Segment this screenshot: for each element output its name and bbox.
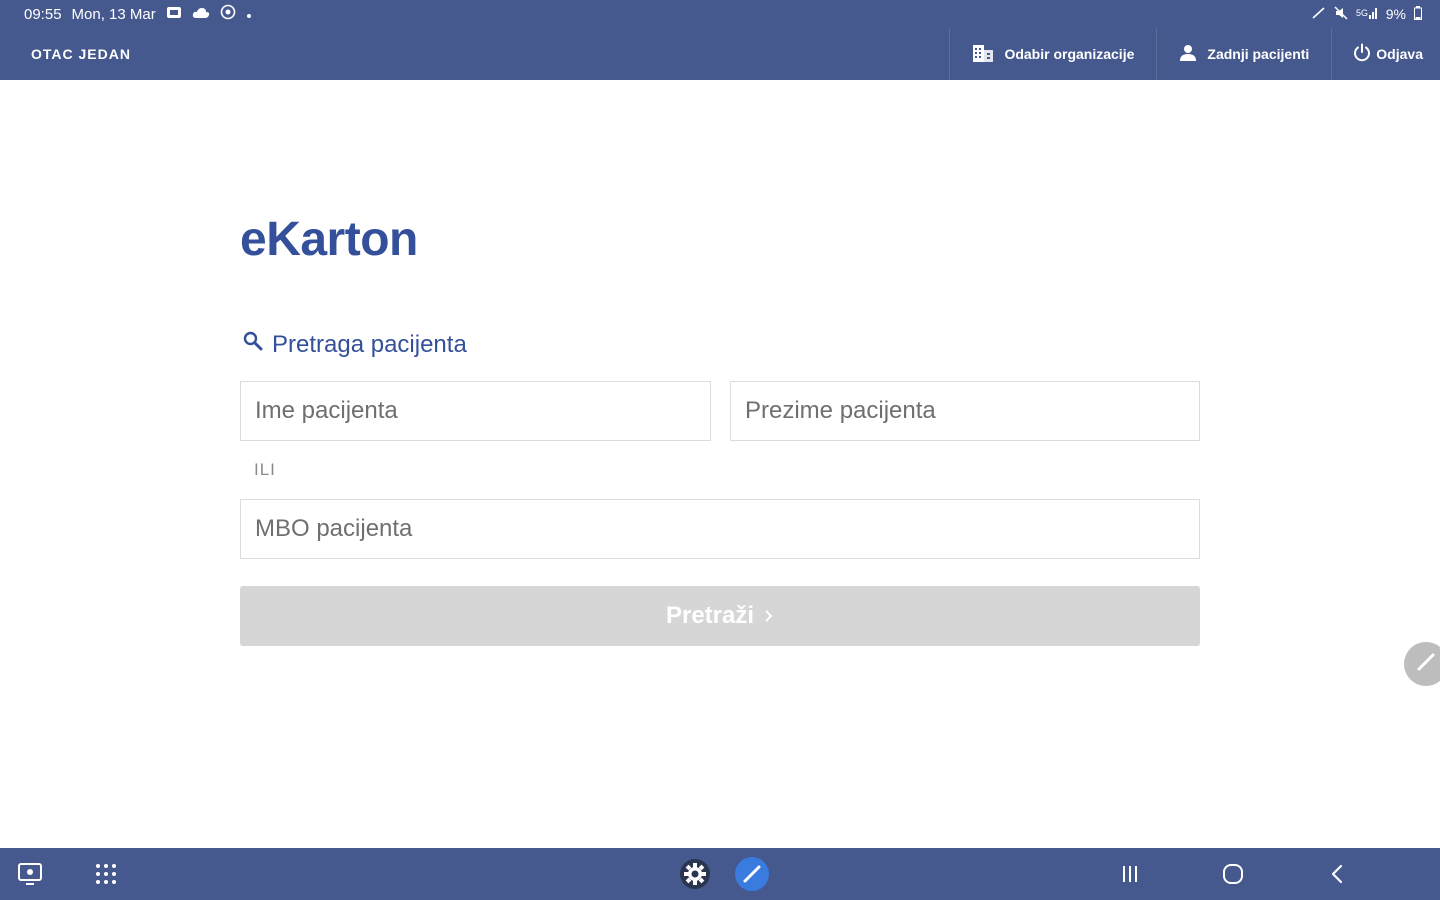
dot-icon	[246, 6, 252, 23]
logout-label: Odjava	[1376, 46, 1423, 62]
settings-icon[interactable]	[676, 848, 714, 900]
recent-patients-label: Zadnji pacijenti	[1207, 46, 1310, 62]
home-icon[interactable]	[1218, 848, 1248, 900]
vpn-icon	[220, 4, 236, 24]
pen-app-icon[interactable]	[733, 848, 771, 900]
first-name-input[interactable]	[255, 382, 710, 440]
first-name-field[interactable]	[240, 381, 711, 441]
status-right: 5G 9%	[1312, 5, 1422, 23]
pencil-icon	[1414, 650, 1438, 679]
last-name-field[interactable]	[730, 381, 1200, 441]
search-icon	[242, 330, 264, 359]
logout-button[interactable]: Odjava	[1331, 28, 1440, 80]
mbo-input[interactable]	[255, 500, 1199, 558]
status-bar: 09:55 Mon, 13 Mar 5G 9%	[0, 0, 1440, 28]
last-name-input[interactable]	[745, 382, 1199, 440]
search-button[interactable]: Pretraži	[240, 586, 1200, 646]
battery-text: 9%	[1385, 6, 1406, 22]
app-bar-actions: Odabir organizacije Zadnji pacijenti Odj…	[949, 28, 1440, 80]
top-bar: 09:55 Mon, 13 Mar 5G 9% OTAC JEDAN Odabi…	[0, 0, 1440, 80]
screenshot-icon[interactable]	[14, 848, 46, 900]
battery-icon	[1414, 5, 1422, 23]
or-label: ILI	[254, 460, 276, 479]
user-name: OTAC JEDAN	[31, 46, 131, 62]
select-organization-label: Odabir organizacije	[1004, 46, 1135, 62]
mute-icon	[1334, 5, 1348, 23]
status-date: Mon, 13 Mar	[71, 5, 156, 23]
select-organization-button[interactable]: Odabir organizacije	[949, 28, 1156, 80]
app-brand-title: eKarton	[240, 213, 418, 266]
status-left: 09:55 Mon, 13 Mar	[24, 4, 252, 24]
building-icon	[972, 43, 994, 66]
apps-grid-icon[interactable]	[92, 848, 120, 900]
person-icon	[1179, 44, 1197, 65]
svg-text:5G: 5G	[1356, 8, 1368, 18]
cloud-icon	[192, 6, 210, 23]
notification-icon	[166, 6, 182, 23]
search-button-label: Pretraži	[665, 602, 755, 629]
mbo-field[interactable]	[240, 499, 1200, 559]
recents-icon[interactable]	[1116, 848, 1144, 900]
power-icon	[1352, 43, 1372, 66]
app-bar: OTAC JEDAN Odabir organizacije Zadnji pa…	[0, 28, 1440, 80]
signal-icon: 5G	[1356, 6, 1378, 23]
search-title-label: Pretraga pacijenta	[272, 330, 467, 358]
patient-search-heading: Pretraga pacijenta	[242, 330, 467, 359]
status-time: 09:55	[24, 5, 62, 23]
back-icon[interactable]	[1324, 848, 1350, 900]
chevron-right-icon	[764, 602, 774, 630]
stylus-icon	[1312, 6, 1326, 22]
system-nav-bar	[0, 848, 1440, 900]
recent-patients-button[interactable]: Zadnji pacijenti	[1156, 28, 1331, 80]
floating-edit-button[interactable]	[1404, 642, 1440, 686]
